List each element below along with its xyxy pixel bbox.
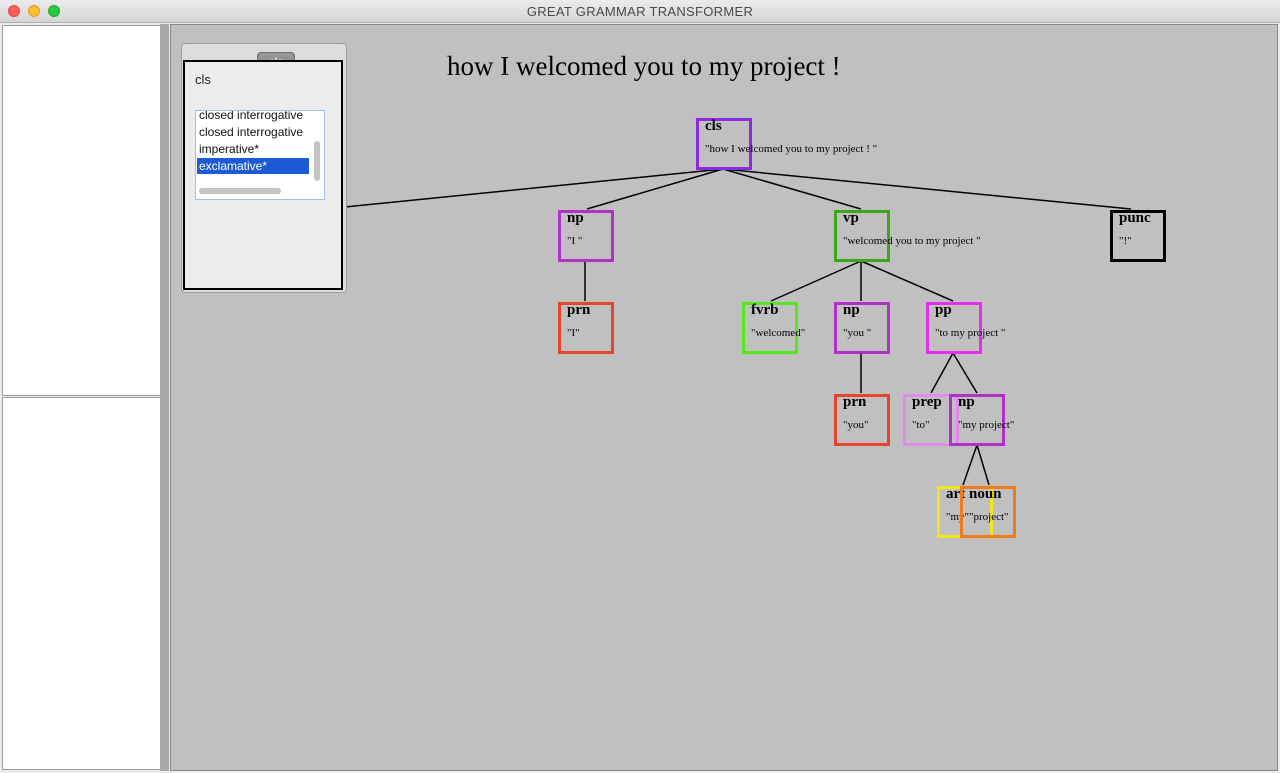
node-punc[interactable]: punc "!"	[1110, 210, 1166, 262]
list-item[interactable]: closed interrogative	[197, 124, 309, 140]
node-cls[interactable]: cls "how I welcomed you to my project ! …	[696, 118, 877, 170]
node-category: noun	[969, 486, 1002, 502]
node-category: np	[567, 210, 584, 226]
node-fvrb[interactable]: fvrb "welcomed"	[742, 302, 805, 354]
node-category: pp	[935, 302, 952, 318]
sentence-text: how I welcomed you to my project !	[447, 51, 841, 81]
node-text: "to my project "	[935, 327, 1006, 339]
node-category: punc	[1119, 210, 1151, 226]
panel-heading: cls	[195, 72, 211, 87]
node-text: "welcomed you to my project "	[843, 235, 981, 247]
edge-pp-np	[952, 352, 978, 394]
node-text: "my project"	[958, 419, 1015, 431]
edge-cls-vp	[722, 168, 862, 210]
edge-panel-cls	[344, 168, 724, 208]
edge-vp-pp	[860, 260, 954, 302]
window-title: GREAT GRAMMAR TRANSFORMER	[526, 4, 754, 19]
node-category: np	[843, 302, 860, 318]
edge-cls-punc	[722, 168, 1132, 210]
list-item[interactable]: imperative*	[197, 141, 309, 157]
edge-np-noun	[976, 444, 990, 486]
list-vertical-scrollbar[interactable]	[314, 141, 320, 181]
node-category: prn	[843, 394, 867, 410]
cls-options-box: cls closed interrogative closed interrog…	[183, 60, 343, 290]
node-text: "how I welcomed you to my project ! "	[705, 143, 878, 155]
node-np[interactable]: np "my project"	[949, 394, 1014, 446]
node-category: vp	[843, 210, 859, 226]
list-item-selected[interactable]: exclamative*	[197, 158, 309, 174]
node-pp[interactable]: pp "to my project "	[926, 302, 1005, 354]
node-text: "you"	[843, 419, 869, 431]
node-text: "I "	[567, 235, 583, 247]
node-np[interactable]: np "you "	[834, 302, 890, 354]
edge-pp-prep	[930, 352, 954, 394]
clause-type-list[interactable]: closed interrogative closed interrogativ…	[195, 110, 325, 200]
node-noun[interactable]: noun "project"	[960, 486, 1016, 538]
node-category: prep	[912, 394, 942, 410]
node-category: np	[958, 394, 975, 410]
node-text: "you "	[843, 327, 872, 339]
node-category: cls	[705, 118, 722, 134]
edge-cls-np	[586, 168, 724, 210]
node-text: "to"	[912, 419, 930, 431]
tree-canvas: cls cls closed interrogative closed inte…	[170, 24, 1278, 771]
split-pane-divider[interactable]	[160, 24, 169, 771]
node-text: "welcomed"	[751, 327, 806, 339]
node-text: "project"	[969, 511, 1009, 523]
title-bar: GREAT GRAMMAR TRANSFORMER	[0, 0, 1280, 23]
node-category: prn	[567, 302, 591, 318]
node-vp[interactable]: vp "welcomed you to my project "	[834, 210, 981, 262]
list-item[interactable]: closed interrogative	[197, 111, 309, 123]
list-horizontal-scrollbar[interactable]	[199, 188, 281, 194]
edge-vp-fvrb	[770, 260, 862, 302]
edge-np-art	[962, 444, 978, 486]
left-panel-bottom	[2, 397, 161, 770]
node-np[interactable]: np "I "	[558, 210, 614, 262]
node-prn[interactable]: prn "I"	[558, 302, 614, 354]
left-panel-top	[2, 25, 161, 396]
node-text: "I"	[567, 327, 580, 339]
node-text: "!"	[1119, 235, 1132, 247]
node-category: fvrb	[751, 302, 779, 318]
node-prn[interactable]: prn "you"	[834, 394, 890, 446]
